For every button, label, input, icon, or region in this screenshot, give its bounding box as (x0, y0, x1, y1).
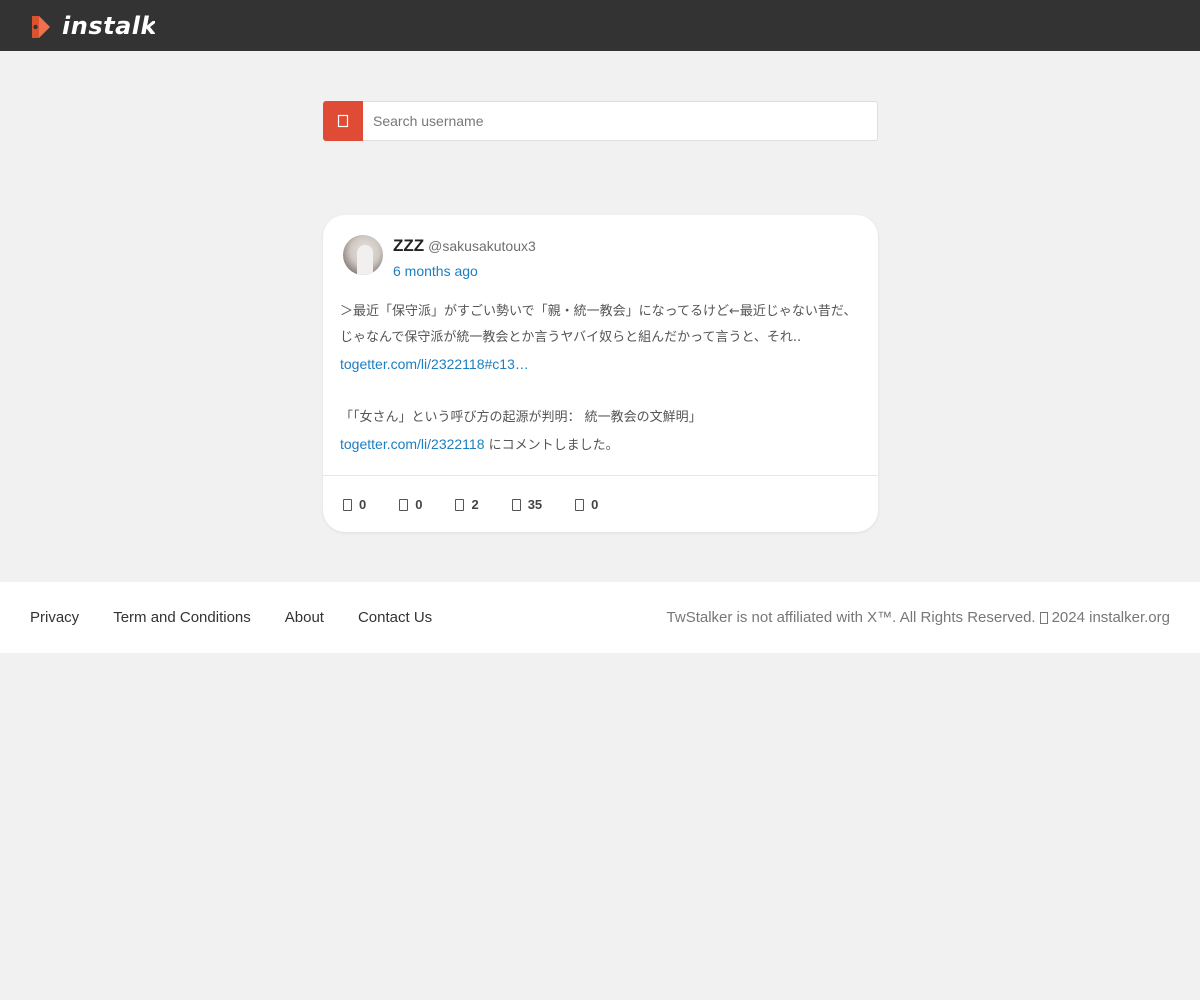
copyright-suffix: 2024 instalker.org (1051, 609, 1170, 626)
stat-like[interactable]: 2 (455, 497, 479, 512)
copyright-prefix: TwStalker is not affiliated with X™. All… (666, 609, 1036, 626)
stat-reply[interactable]: 0 (343, 497, 366, 512)
bookmark-icon (575, 498, 585, 511)
footer: Privacy Term and Conditions About Contac… (0, 582, 1200, 653)
post-paragraph-2: 「「女さん」という呼び方の起源が判明： 統一教会の文鮮明」 togetter.co… (340, 405, 860, 459)
logo-text: instalk (62, 13, 155, 40)
avatar[interactable] (343, 235, 383, 275)
post-timestamp[interactable]: 6 months ago (393, 263, 478, 279)
views-count: 35 (527, 497, 543, 512)
footer-copyright: TwStalker is not affiliated with X™. All… (667, 609, 1170, 626)
author-display-name[interactable]: ZZZ (393, 236, 424, 256)
reply-icon (343, 498, 352, 511)
post-paragraph-1: ＞最近「保守派」がすごい勢いで「親・統一教会」になってるけど←最近じゃない昔だ、… (340, 299, 860, 379)
footer-link-about[interactable]: About (285, 609, 324, 626)
copyright-icon (1039, 611, 1048, 624)
footer-link-privacy[interactable]: Privacy (30, 609, 79, 626)
search-button[interactable] (323, 101, 363, 141)
avatar-figure (357, 245, 373, 275)
stat-views[interactable]: 35 (511, 497, 543, 512)
site-logo[interactable]: instalk (30, 13, 155, 40)
post-author-row: ZZZ @sakusakutoux3 (393, 236, 536, 256)
like-icon (455, 498, 465, 511)
post-link-1[interactable]: togetter.com/li/2322118#c13… (340, 356, 529, 372)
search-input[interactable] (363, 101, 878, 141)
retweet-icon (399, 498, 409, 511)
top-navbar: instalk (0, 0, 1200, 51)
author-handle: @sakusakutoux3 (428, 238, 536, 254)
post-body: ＞最近「保守派」がすごい勢いで「親・統一教会」になってるけど←最近じゃない昔だ、… (340, 299, 860, 459)
search-bar (323, 101, 878, 141)
stat-bookmark[interactable]: 0 (575, 497, 598, 512)
post-stats: 0 0 2 35 0 (343, 497, 631, 512)
stat-retweet[interactable]: 0 (399, 497, 422, 512)
footer-link-terms[interactable]: Term and Conditions (113, 609, 251, 626)
retweet-count: 0 (415, 497, 423, 512)
search-icon (337, 114, 349, 128)
post-text-1: ＞最近「保守派」がすごい勢いで「親・統一教会」になってるけど←最近じゃない昔だ、… (340, 304, 857, 345)
post-link-2[interactable]: togetter.com/li/2322118 (340, 436, 485, 452)
post-card: ZZZ @sakusakutoux3 6 months ago ＞最近「保守派」… (323, 215, 878, 532)
reply-count: 0 (359, 497, 367, 512)
post-text-2: 「「女さん」という呼び方の起源が判明： 統一教会の文鮮明」 (340, 410, 702, 425)
footer-nav: Privacy Term and Conditions About Contac… (30, 609, 466, 626)
logo-mark-icon (32, 15, 50, 38)
footer-link-contact[interactable]: Contact Us (358, 609, 432, 626)
card-divider (323, 475, 878, 476)
like-count: 2 (471, 497, 479, 512)
views-icon (511, 498, 521, 511)
bookmark-count: 0 (591, 497, 599, 512)
post-text-2-suffix: にコメントしました。 (484, 438, 619, 453)
